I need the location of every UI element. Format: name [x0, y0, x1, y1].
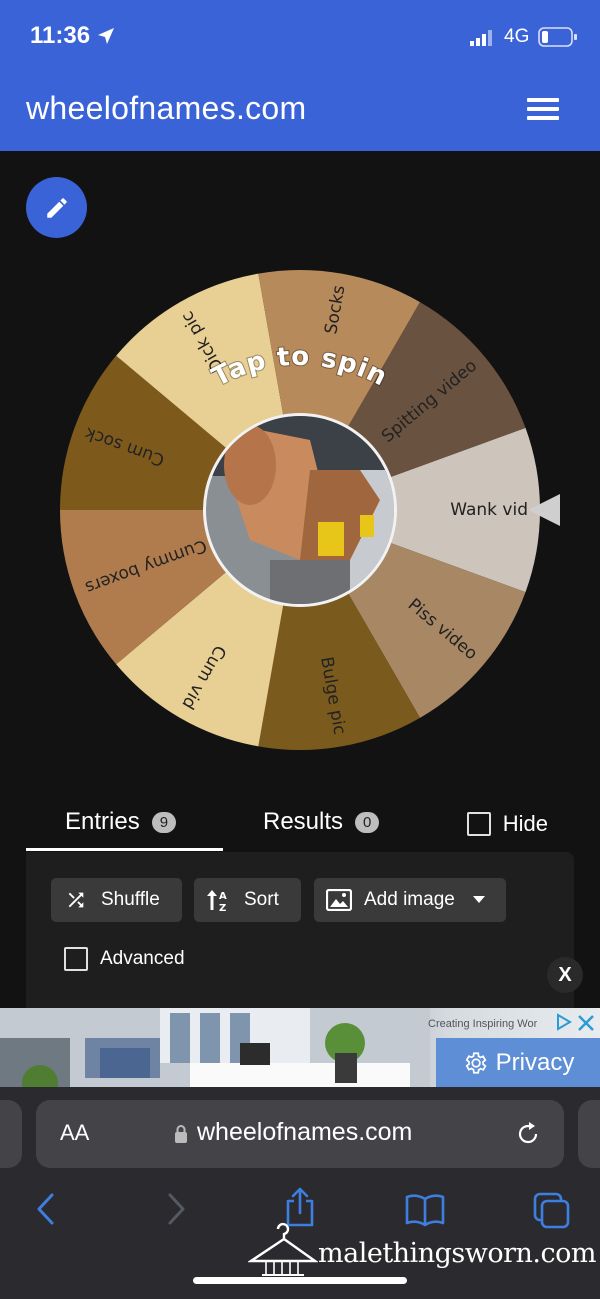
bookmarks-icon[interactable]: [404, 1193, 446, 1227]
gear-icon: [465, 1051, 487, 1074]
add-image-label: Add image: [364, 889, 455, 910]
reload-icon[interactable]: [514, 1120, 542, 1148]
hanger-logo-icon: [248, 1222, 318, 1276]
tab-entries-label: Entries: [65, 808, 140, 835]
back-icon[interactable]: [34, 1191, 58, 1227]
ad-close-icon[interactable]: [575, 1012, 597, 1034]
shuffle-icon: [68, 892, 84, 908]
tab-entries[interactable]: Entries 9: [65, 808, 177, 836]
advanced-toggle[interactable]: Advanced: [64, 947, 185, 971]
results-count-badge: 0: [355, 811, 380, 833]
reader-settings-button[interactable]: AA: [60, 1120, 89, 1146]
entries-panel: Shuffle AZ Sort Add image Advanced: [26, 852, 574, 1012]
wheel-of-names[interactable]: Wank vidPiss videoBulge picCum vidCummy …: [0, 0, 600, 800]
previous-tab-preview[interactable]: [0, 1100, 22, 1168]
svg-text:A: A: [219, 891, 227, 902]
close-button[interactable]: X: [547, 957, 583, 993]
ad-headline: Creating Inspiring Wor: [428, 1018, 538, 1030]
add-image-button[interactable]: Add image: [314, 878, 506, 922]
sort-button[interactable]: AZ Sort: [194, 878, 301, 922]
advanced-label: Advanced: [100, 948, 185, 969]
next-tab-preview[interactable]: [578, 1100, 600, 1168]
wheel-segment-label: Wank vid: [450, 500, 528, 520]
svg-text:Z: Z: [219, 903, 226, 913]
sort-label: Sort: [244, 889, 279, 910]
lock-icon: [175, 1125, 187, 1143]
home-indicator: [193, 1277, 407, 1284]
tabs-icon[interactable]: [532, 1191, 572, 1231]
ad-choices-icon[interactable]: [553, 1012, 573, 1032]
app-screen: 11:36 4G wheelofnames.com Wank vid Piss …: [0, 0, 600, 1299]
active-tab-indicator: [26, 848, 223, 851]
url-text: wheelofnames.com: [197, 1118, 413, 1146]
hide-checkbox[interactable]: [466, 812, 491, 836]
privacy-button[interactable]: Privacy: [436, 1038, 600, 1087]
sort-az-icon: AZ: [207, 890, 227, 913]
watermark-text: malethingsworn.com: [318, 1238, 596, 1269]
ad-office-image: [0, 1008, 430, 1087]
hide-label: Hide: [502, 811, 548, 836]
entries-count-badge: 9: [151, 811, 177, 833]
dropdown-arrow-icon[interactable]: [472, 896, 485, 904]
wheel-center-photo: [206, 416, 394, 604]
address-bar[interactable]: AA wheelofnames.com: [36, 1100, 564, 1168]
ad-banner[interactable]: Creating Inspiring Wor Privacy: [0, 1008, 600, 1087]
image-icon: [326, 889, 352, 911]
tab-results[interactable]: Results 0: [263, 808, 380, 836]
privacy-label: Privacy: [495, 1048, 575, 1076]
entries-results-tabs: Entries 9 Results 0 Hide: [26, 800, 574, 852]
shuffle-label: Shuffle: [101, 889, 160, 910]
shuffle-button[interactable]: Shuffle: [51, 878, 182, 922]
advanced-checkbox[interactable]: [64, 947, 88, 971]
tab-results-label: Results: [263, 808, 344, 835]
hide-toggle[interactable]: Hide: [466, 811, 548, 837]
forward-icon[interactable]: [164, 1191, 188, 1227]
browser-toolbar: AA wheelofnames.com malethingsworn.com: [0, 1087, 600, 1299]
